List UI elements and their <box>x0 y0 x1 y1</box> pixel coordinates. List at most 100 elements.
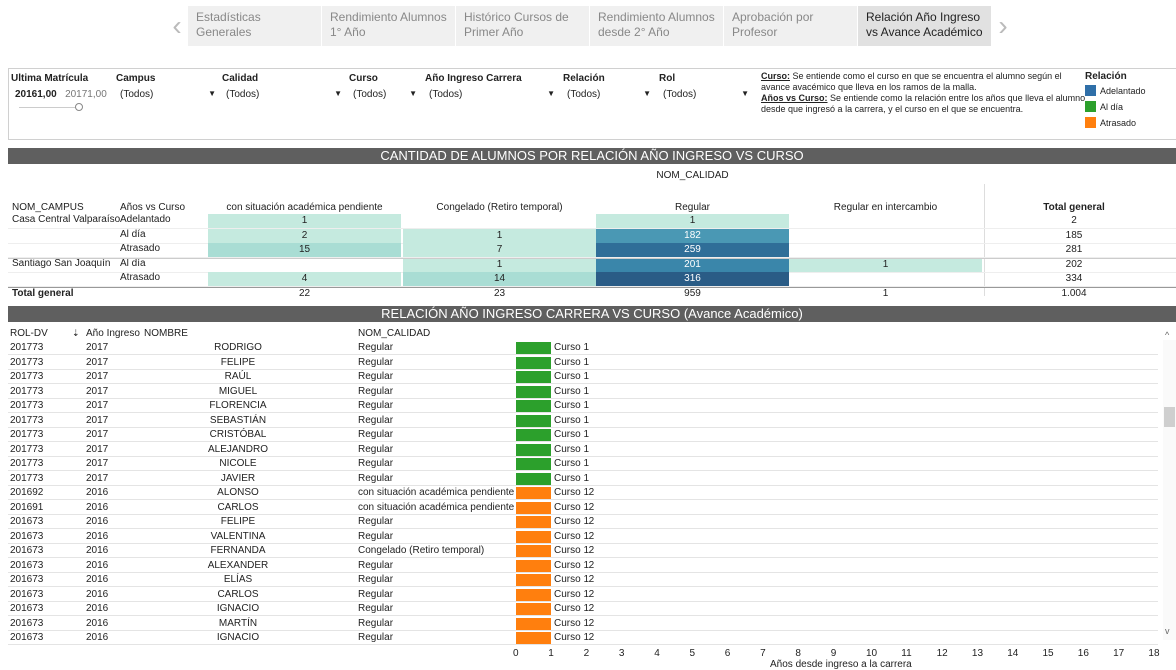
curso-label: Curso <box>349 73 378 84</box>
crosstab-cell: 334 <box>1065 273 1083 284</box>
table-row[interactable]: 201773 2017 MIGUEL Regular Curso 1 <box>8 385 1158 399</box>
cell-nombre: CRISTÓBAL <box>209 429 267 440</box>
bar-mark <box>516 588 552 601</box>
scroll-up-icon[interactable]: ^ <box>1165 330 1169 340</box>
table-row[interactable]: 201691 2016 CARLOS con situación académica … <box>8 501 1158 515</box>
axis-tick: 3 <box>618 648 625 659</box>
bar-label: Curso 1 <box>554 443 590 455</box>
table-row[interactable]: 201773 2017 RODRIGO Regular Curso 1 <box>8 341 1158 355</box>
campus-select[interactable]: (Todos) ▼ <box>116 87 220 105</box>
table-row[interactable]: 201773 2017 NICOLE Regular Curso 1 <box>8 457 1158 471</box>
bar-label: Curso 1 <box>554 501 590 513</box>
bar-mark <box>516 342 552 354</box>
table-row[interactable]: 201773 2017 ALEJANDRO Regular Curso 1 <box>8 443 1158 457</box>
crosstab-cell: 281 <box>1065 244 1083 255</box>
axis-tick: 11 <box>901 648 912 659</box>
cell-nombre: JAVIER <box>220 472 256 484</box>
table-row[interactable]: 201773 2017 FELIPE Regular Curso 1 <box>8 356 1158 370</box>
cell-calidad: Regular <box>358 574 394 585</box>
slider-handle[interactable] <box>75 103 83 111</box>
table-row[interactable]: 201773 2017 RAÚL Regular Curso 1 <box>8 370 1158 384</box>
bar-label: Curso 1 <box>554 385 590 397</box>
axis-tick: 2 <box>583 648 590 659</box>
chevron-down-icon: ▼ <box>409 89 417 98</box>
cell-anio: 2017 <box>86 429 109 440</box>
cell-rol: 201673 <box>10 632 44 643</box>
table-row[interactable]: 201673 2016 IGNACIO Regular Curso 12 <box>8 602 1158 616</box>
bar-mark <box>516 472 552 485</box>
bar-mark <box>516 545 552 557</box>
scroll-down-icon[interactable]: v <box>1165 626 1170 636</box>
crosstab-cell: 1 <box>596 214 789 228</box>
table-row[interactable]: 201673 2016 MARTÍN Regular Curso 12 <box>8 617 1158 631</box>
cell-nombre: MIGUEL <box>218 385 258 397</box>
table-row[interactable]: 201773 2017 JAVIER Regular Curso 1 <box>8 472 1158 486</box>
legend-item: Al día <box>1085 101 1146 112</box>
crosstab-cell <box>789 214 982 228</box>
crosstab-title: CANTIDAD DE ALUMNOS POR RELACIÓN AÑO ING… <box>8 148 1176 164</box>
calidad-select[interactable]: (Todos) ▼ <box>222 87 346 105</box>
cell-rol: 201773 <box>10 371 44 382</box>
bar-label: Curso 1 <box>554 356 590 368</box>
table-row[interactable]: 201692 2016 ALONSO con situación académica … <box>8 486 1158 500</box>
tab-rendimiento-primer-anio[interactable]: Rendimiento Alumnos 1° Año <box>322 6 456 46</box>
crosstab-cell: 1 <box>403 257 596 272</box>
cell-calidad: Regular <box>358 385 394 397</box>
tab-estadisticas-generales[interactable]: Estadísticas Generales <box>188 6 322 46</box>
cell-calidad: Regular <box>358 617 394 629</box>
anios-term: Años vs Curso: <box>761 93 828 103</box>
table-row[interactable]: 201673 2016 CARLOS Regular Curso 12 <box>8 588 1158 602</box>
tab-aprobacion-profesor[interactable]: Aprobación por Profesor <box>724 6 858 46</box>
col-header: Regular en intercambio <box>833 202 938 213</box>
next-tab-arrow-icon[interactable]: › <box>992 6 1014 46</box>
cell-calidad: Regular <box>358 356 394 368</box>
legend-title: Relación <box>1085 71 1127 82</box>
cell-calidad: Regular <box>358 603 394 614</box>
relacion-select[interactable]: (Todos) ▼ <box>563 87 655 105</box>
cell-anio: 2017 <box>86 472 109 484</box>
bar-label: Curso 1 <box>554 487 590 498</box>
prev-tab-arrow-icon[interactable]: ‹ <box>166 6 188 46</box>
bar-label: Curso 1 <box>554 472 590 484</box>
curso-term: Curso: <box>761 71 790 81</box>
anio-ingreso-select[interactable]: (Todos) ▼ <box>425 87 559 105</box>
crosstab-cell: 259 <box>596 243 789 257</box>
calidad-label: Calidad <box>222 73 259 84</box>
bar-mark <box>516 632 552 644</box>
range-min: 20161,00 <box>15 89 57 100</box>
table-row[interactable]: 201773 2017 FLORENCIA Regular Curso 1 <box>8 399 1158 413</box>
detail-table: ROL-DV ⇣ Año Ingreso NOMBRE NOM_CALIDAD 20177… <box>8 326 1168 646</box>
table-row[interactable]: 201673 2016 FERNANDA Congelado (Retiro temp… <box>8 544 1158 558</box>
table-row[interactable]: 201673 2016 FELIPE Regular Curso 12 <box>8 515 1158 529</box>
tab-rendimiento-segundo-anio[interactable]: Rendimiento Alumnos desde 2° Año <box>590 6 724 46</box>
table-row[interactable]: 201773 2017 SEBASTIÁN Regular Curso 1 <box>8 414 1158 428</box>
axis-tick: 8 <box>795 648 801 659</box>
crosstab-cell <box>403 214 596 228</box>
rol-select[interactable]: (Todos) ▼ <box>659 87 753 105</box>
ultima-matricula-label: Ultima Matrícula <box>11 73 89 84</box>
table-row[interactable]: 201673 2016 ELÍAS Regular Curso 12 <box>8 573 1158 587</box>
vertical-scrollbar[interactable]: ^ v <box>1163 330 1176 640</box>
ultima-matricula-slider[interactable] <box>19 103 83 111</box>
table-row[interactable]: 201673 2016 VALENTINA Regular Curso 12 <box>8 530 1158 544</box>
curso-select[interactable]: (Todos) ▼ <box>349 87 421 105</box>
axis-tick: 7 <box>760 648 766 659</box>
curso-value: (Todos) <box>353 89 387 100</box>
tab-relacion-anio-ingreso[interactable]: Relación Año Ingreso vs Avance Académico <box>858 6 992 46</box>
table-row[interactable]: 201673 2016 ALEXANDER Regular Curso 12 <box>8 559 1158 573</box>
crosstab-cell: 182 <box>596 228 789 243</box>
rol-label: Rol <box>659 73 676 84</box>
tab-historico-cursos[interactable]: Histórico Cursos de Primer Año <box>456 6 590 46</box>
axis-tick: 14 <box>1007 648 1019 659</box>
bar-label: Curso 1 <box>554 400 590 411</box>
cell-rol: 201773 <box>10 342 44 353</box>
bar-label: Curso 1 <box>554 458 590 469</box>
col-header: Congelado (Retiro temporal) <box>436 202 563 213</box>
scrollbar-thumb[interactable] <box>1164 407 1175 427</box>
table-row[interactable]: 201673 2016 IGNACIO Regular Curso 12 <box>8 631 1158 645</box>
axis-tick: 9 <box>830 648 837 659</box>
table-row[interactable]: 201773 2017 CRISTÓBAL Regular Curso 1 <box>8 428 1158 442</box>
group-header: NOM_CALIDAD <box>656 170 729 181</box>
cell-rol: 201773 <box>10 400 44 411</box>
cell-rol: 201773 <box>10 385 44 397</box>
